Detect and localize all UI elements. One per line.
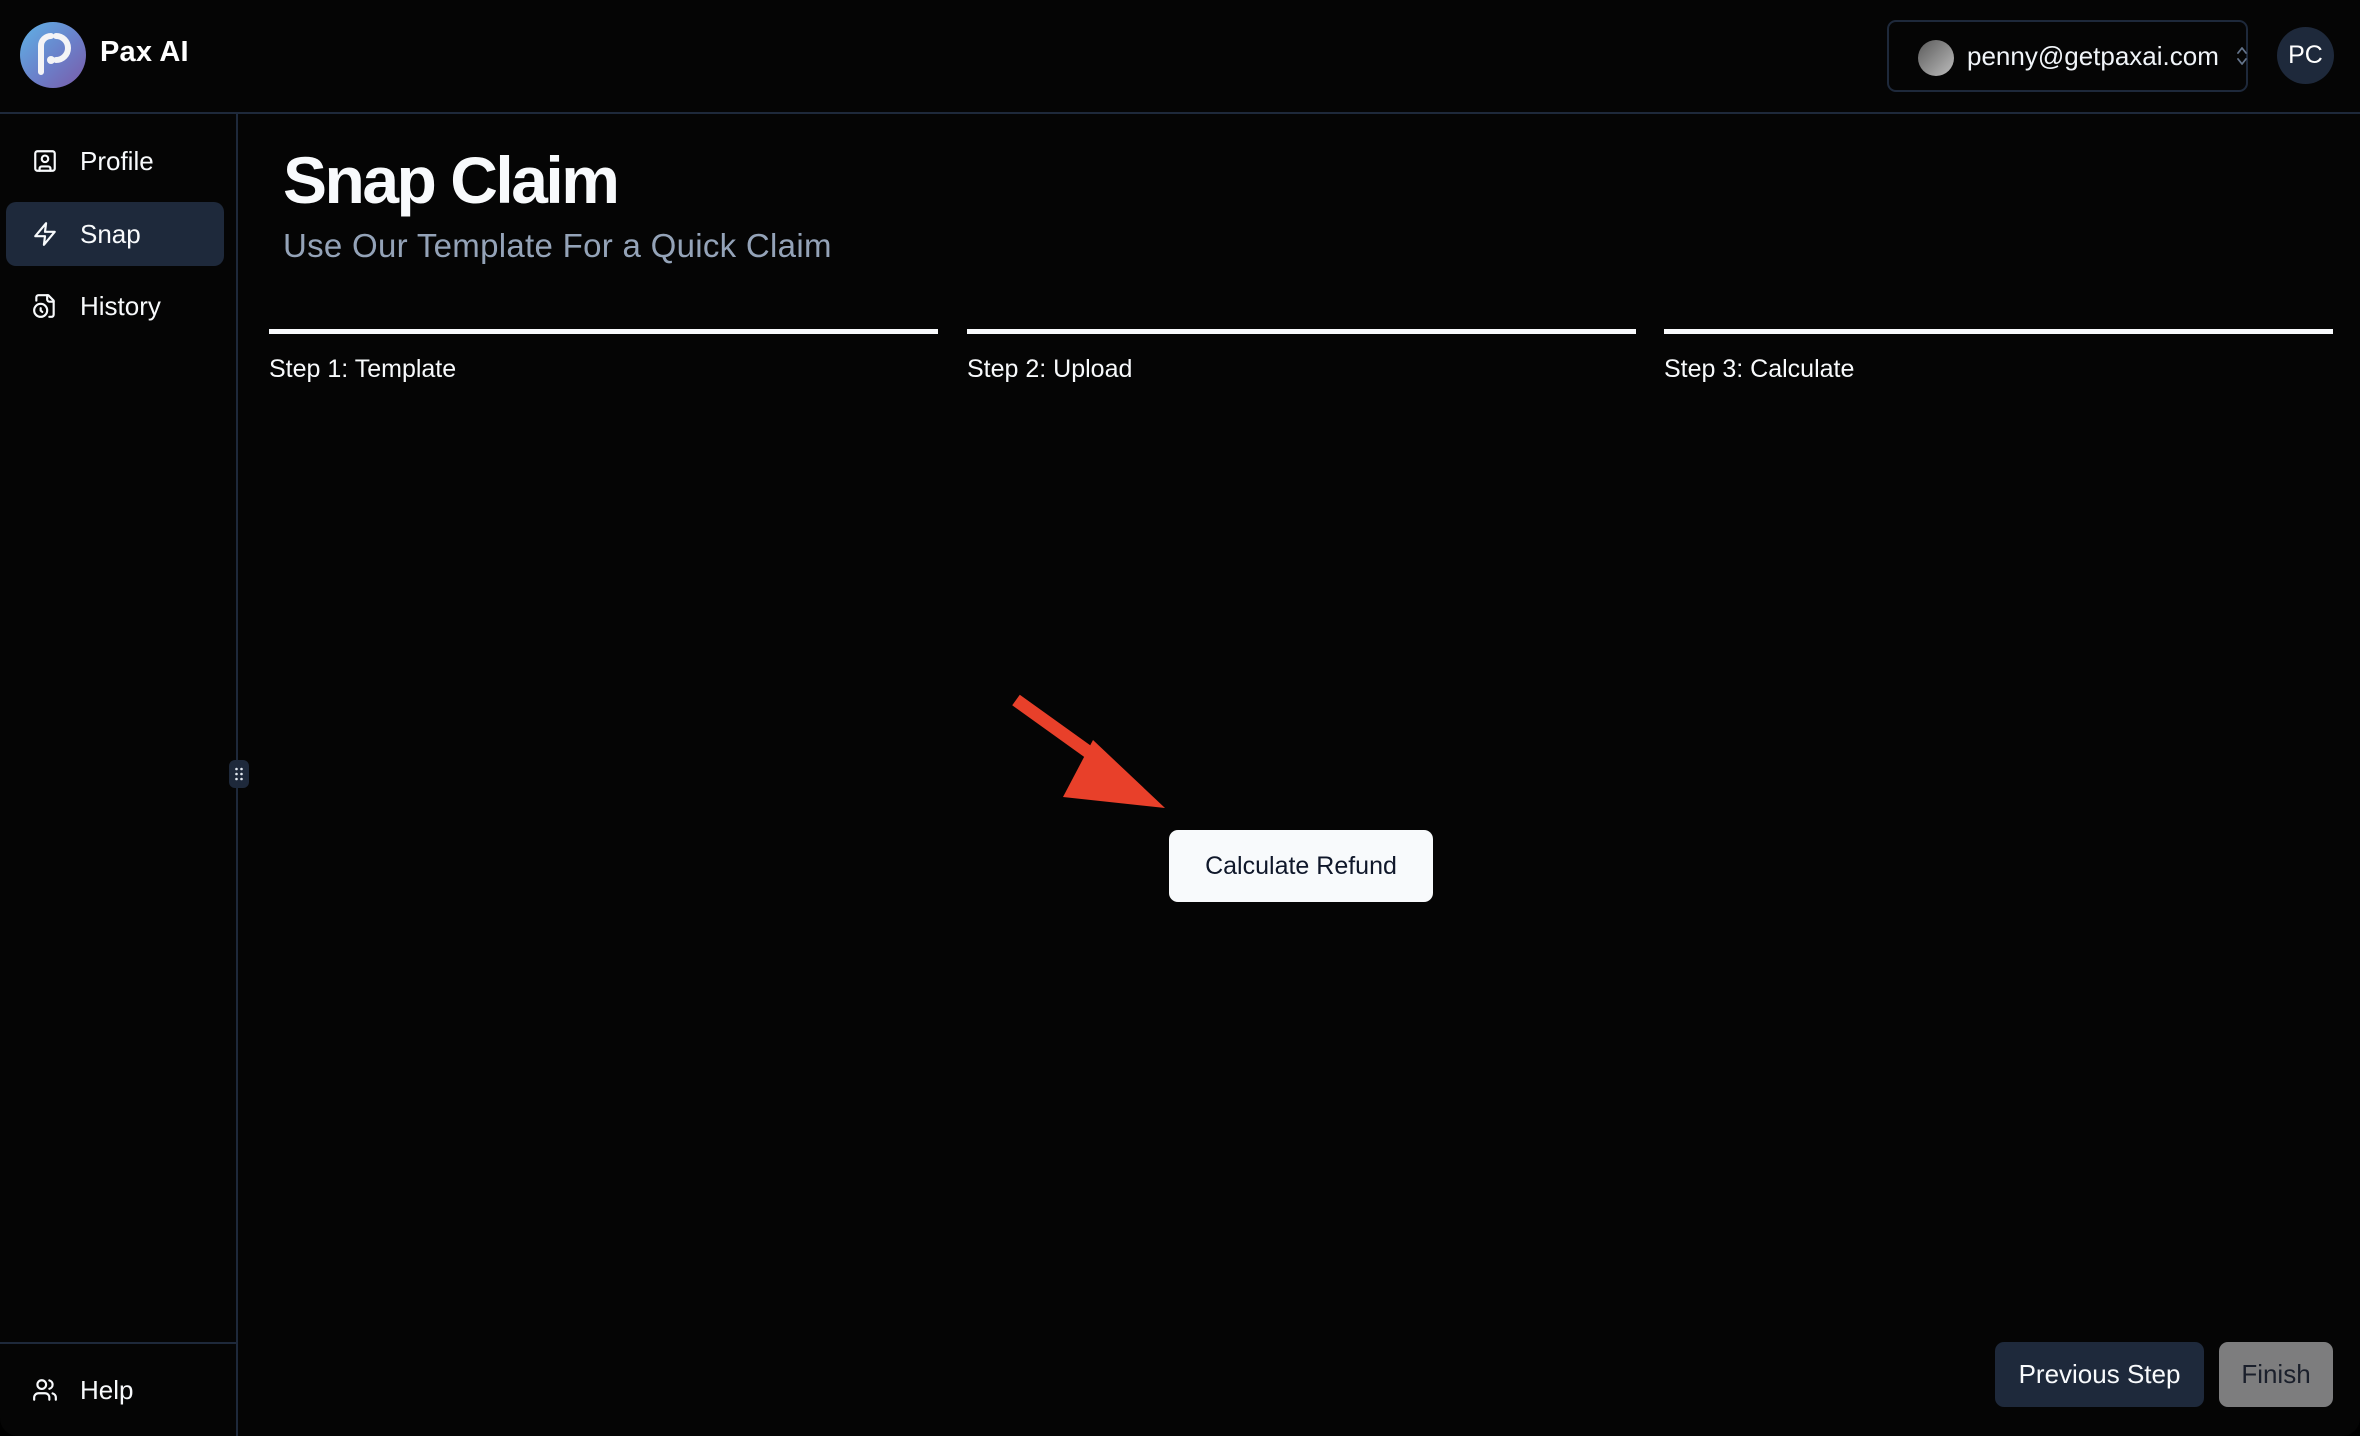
step-progress-bar [1664,329,2333,334]
step-label: Step 1: Template [269,355,457,383]
step-calculate[interactable]: Step 3: Calculate [1664,329,2333,384]
sidebar-resize-handle[interactable] [229,760,249,788]
previous-step-button[interactable]: Previous Step [1995,1342,2204,1407]
sidebar-divider [0,1342,236,1344]
top-bar: Pax AI penny@getpaxai.com PC [0,0,2360,114]
brand-name: Pax AI [100,36,189,68]
account-avatar [1918,40,1954,76]
sidebar: Profile Snap History Help [0,114,238,1436]
sidebar-item-label: History [80,290,161,321]
step-progress-bar [269,329,938,334]
sidebar-item-profile[interactable]: Profile [6,129,224,193]
sidebar-item-label: Snap [80,218,141,249]
calculate-refund-button[interactable]: Calculate Refund [1169,830,1433,902]
step-upload[interactable]: Step 2: Upload [967,329,1636,384]
finish-button[interactable]: Finish [2219,1342,2333,1407]
sidebar-item-help[interactable]: Help [6,1358,224,1422]
zap-icon [30,219,60,249]
pax-logo-icon[interactable] [20,22,86,88]
sidebar-item-label: Help [80,1374,134,1405]
account-switcher[interactable]: penny@getpaxai.com [1887,20,2248,92]
sidebar-item-label: Profile [80,145,154,176]
step-label: Step 2: Upload [967,355,1133,383]
page-subtitle: Use Our Template For a Quick Claim [283,227,832,264]
user-avatar[interactable]: PC [2277,27,2334,84]
step-progress-bar [967,329,1636,334]
step-label: Step 3: Calculate [1664,355,1855,383]
sidebar-item-history[interactable]: History [6,274,224,338]
chevrons-up-down-icon [2236,44,2248,73]
users-icon [30,1375,60,1405]
user-square-icon [30,146,60,176]
account-email: penny@getpaxai.com [1967,41,2219,71]
page-title: Snap Claim [283,143,620,217]
app-window: Pax AI penny@getpaxai.com PC Profile Sna… [0,0,2360,1436]
sidebar-item-snap[interactable]: Snap [6,202,224,266]
annotation-arrow-icon [1012,694,1165,808]
step-template[interactable]: Step 1: Template [269,329,938,384]
file-clock-icon [30,291,60,321]
